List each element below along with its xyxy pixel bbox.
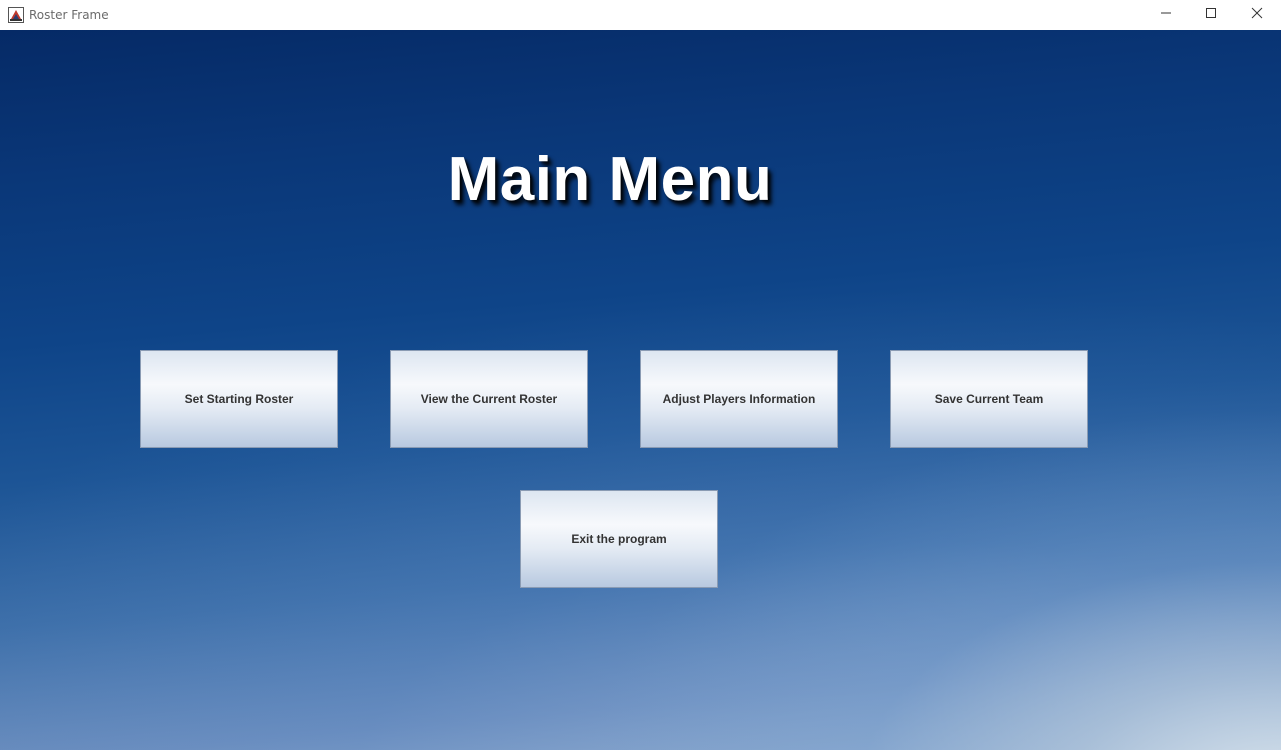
close-button[interactable] [1234,0,1280,30]
adjust-players-information-button[interactable]: Adjust Players Information [640,350,838,448]
save-current-team-button[interactable]: Save Current Team [890,350,1088,448]
set-starting-roster-button[interactable]: Set Starting Roster [140,350,338,448]
exit-program-button[interactable]: Exit the program [520,490,718,588]
page-title: Main Menu [447,145,773,214]
title-bar[interactable]: Roster Frame [0,0,1281,30]
java-app-icon [8,7,24,23]
minimize-button[interactable] [1143,0,1189,30]
minimize-icon [1160,6,1172,24]
roster-frame-window: Roster Frame Main Menu Set Starting Rost… [0,0,1281,750]
view-current-roster-button[interactable]: View the Current Roster [390,350,588,448]
maximize-button[interactable] [1188,0,1234,30]
window-title: Roster Frame [29,8,109,22]
main-menu-panel: Main Menu Set Starting Roster View the C… [0,30,1281,750]
close-icon [1251,6,1263,24]
maximize-icon [1205,6,1217,24]
